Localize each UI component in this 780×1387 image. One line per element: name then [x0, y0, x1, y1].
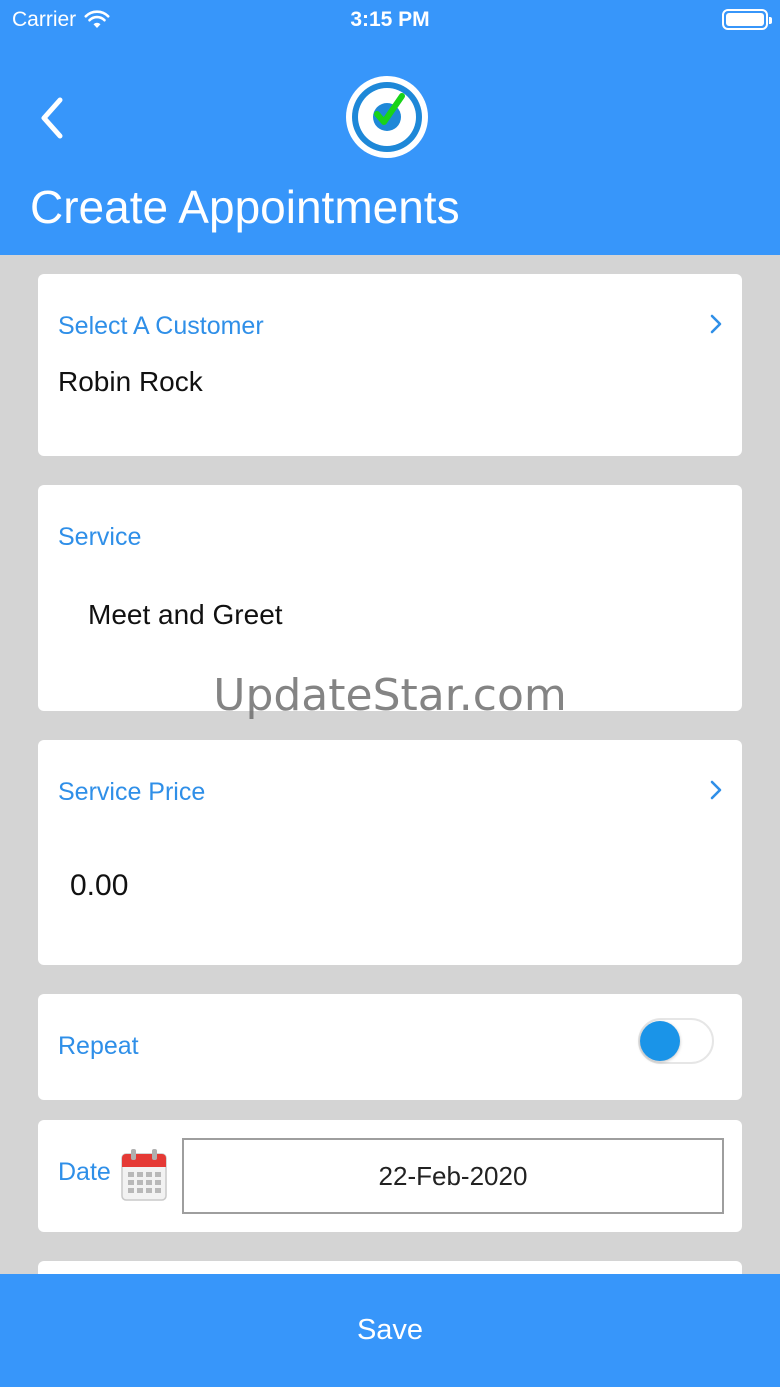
repeat-card: Repeat: [38, 994, 742, 1100]
service-label: Service: [58, 523, 142, 551]
service-value: Meet and Greet: [88, 599, 283, 630]
header: Carrier 3:15 PM Create Appointments: [0, 0, 780, 255]
date-card: Date 22-Feb-2020: [38, 1120, 742, 1232]
repeat-label: Repeat: [58, 1032, 139, 1060]
battery-icon: [722, 9, 772, 30]
toggle-knob: [640, 1021, 680, 1061]
customer-value: Robin Rock: [58, 366, 203, 397]
repeat-toggle[interactable]: [638, 1018, 714, 1064]
date-field[interactable]: 22-Feb-2020: [182, 1138, 724, 1214]
save-button[interactable]: Save: [0, 1274, 780, 1387]
calendar-icon[interactable]: [120, 1148, 168, 1202]
customer-card[interactable]: Select A Customer Robin Rock: [38, 274, 742, 456]
service-card[interactable]: Service Meet and Greet: [38, 485, 742, 711]
back-button[interactable]: [30, 92, 74, 144]
screen: Carrier 3:15 PM Create Appointments Sele…: [0, 0, 780, 1387]
page-title: Create Appointments: [30, 181, 460, 233]
status-bar: Carrier 3:15 PM: [0, 0, 780, 40]
chevron-right-icon: [710, 780, 722, 800]
chevron-right-icon: [710, 314, 722, 334]
service-price-label: Service Price: [58, 778, 206, 806]
status-time: 3:15 PM: [350, 8, 430, 31]
service-price-value: 0.00: [70, 869, 129, 902]
app-logo: [346, 76, 428, 158]
back-chevron-icon: [41, 97, 63, 139]
service-price-card[interactable]: Service Price 0.00: [38, 740, 742, 965]
date-label: Date: [58, 1158, 111, 1186]
customer-label: Select A Customer: [58, 312, 264, 340]
